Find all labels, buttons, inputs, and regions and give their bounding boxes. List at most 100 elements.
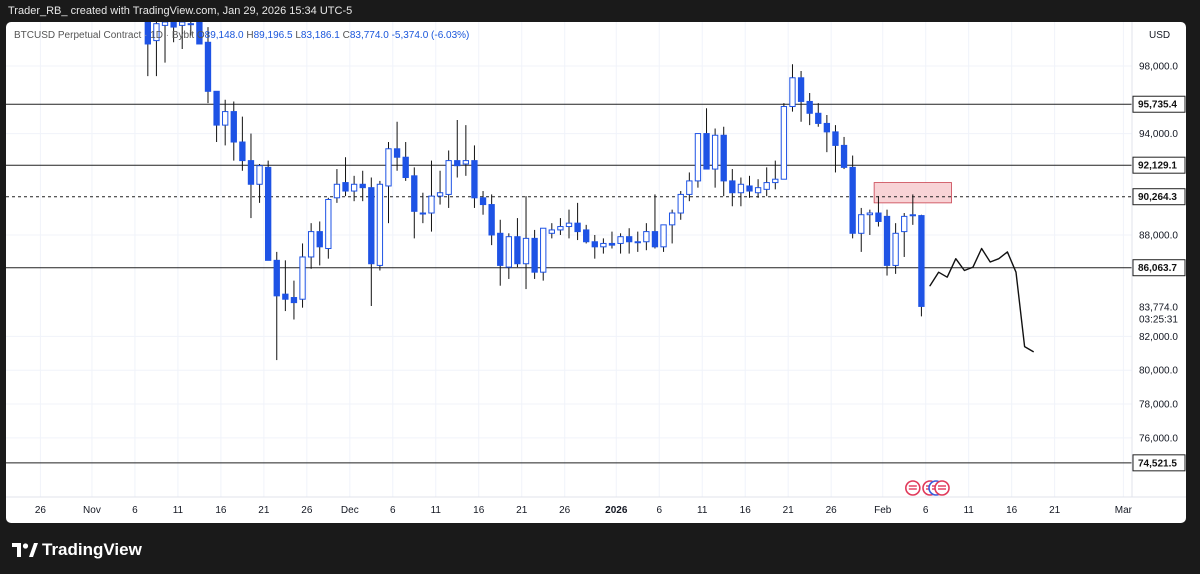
candle[interactable] <box>548 223 555 239</box>
candle-body <box>213 90 220 126</box>
candle[interactable] <box>325 197 332 259</box>
candle[interactable] <box>419 192 427 224</box>
candle[interactable] <box>789 64 796 112</box>
candle[interactable] <box>531 229 538 279</box>
candle[interactable] <box>668 209 676 244</box>
candle[interactable] <box>849 155 856 239</box>
candle[interactable] <box>497 219 504 286</box>
candle[interactable] <box>643 223 650 251</box>
candle[interactable] <box>264 160 272 261</box>
candle[interactable] <box>591 234 598 259</box>
candle[interactable] <box>608 231 616 249</box>
candle-body <box>626 236 633 243</box>
candle[interactable] <box>307 223 315 269</box>
candle[interactable] <box>256 163 263 203</box>
level-price-label: 95,735.4 <box>1138 100 1177 111</box>
candle[interactable] <box>230 101 237 161</box>
candle[interactable] <box>711 128 719 188</box>
candle[interactable] <box>840 136 848 170</box>
candle[interactable] <box>222 99 229 146</box>
candle[interactable] <box>393 121 401 171</box>
symbol-legend[interactable]: BTCUSD Perpetual Contract · 1D · Bybit O… <box>14 30 469 41</box>
candle[interactable] <box>411 167 418 239</box>
candle[interactable] <box>479 191 487 215</box>
price-chart[interactable]: USD 76,000.0 78,000.0 80,000.0 82,000.0 88,00… <box>6 22 1186 523</box>
candle[interactable] <box>316 221 323 266</box>
candle[interactable] <box>368 177 375 306</box>
symbol-interval[interactable]: 1D <box>150 30 163 41</box>
candle[interactable] <box>342 157 349 197</box>
event-marker-icon[interactable] <box>905 480 921 496</box>
candle-body <box>789 77 796 108</box>
candle-body <box>428 195 435 214</box>
candle[interactable] <box>720 126 727 197</box>
candle[interactable] <box>299 243 306 308</box>
candle[interactable] <box>213 90 220 143</box>
candle[interactable] <box>677 191 684 220</box>
candle[interactable] <box>428 160 435 232</box>
candle[interactable] <box>651 194 659 249</box>
candle[interactable] <box>385 142 392 224</box>
candle-body <box>359 183 366 189</box>
candle[interactable] <box>350 175 358 202</box>
candle[interactable] <box>239 116 246 171</box>
candle[interactable] <box>600 238 607 254</box>
candle[interactable] <box>780 103 788 180</box>
price-axis[interactable]: USD 76,000.0 78,000.0 80,000.0 82,000.0 88,00… <box>1131 22 1186 497</box>
candle[interactable] <box>815 103 822 127</box>
candle[interactable] <box>660 224 667 252</box>
candle[interactable] <box>918 214 925 317</box>
candle[interactable] <box>754 179 762 198</box>
candle[interactable] <box>436 170 444 205</box>
candle[interactable] <box>617 233 624 254</box>
event-marker-icon[interactable] <box>934 480 950 496</box>
candle-body <box>290 297 298 304</box>
candle-body <box>419 212 427 215</box>
candle-body <box>883 215 891 266</box>
candle[interactable] <box>522 196 530 290</box>
levels-layer <box>6 103 1132 464</box>
candle[interactable] <box>737 177 745 207</box>
candle[interactable] <box>514 218 521 268</box>
candle[interactable] <box>247 133 255 219</box>
candle[interactable] <box>488 194 495 246</box>
candle[interactable] <box>290 280 298 320</box>
close-value: 83,774.0 <box>349 30 389 41</box>
candle[interactable] <box>703 108 710 170</box>
brand[interactable]: TradingView <box>12 540 142 560</box>
candle[interactable] <box>583 224 590 244</box>
candle-body <box>711 134 719 170</box>
candle[interactable] <box>574 202 581 241</box>
open-value: 89,148.0 <box>204 30 244 41</box>
candle[interactable] <box>454 120 461 178</box>
candle[interactable] <box>540 227 547 281</box>
candle[interactable] <box>471 145 478 208</box>
candle[interactable] <box>694 133 702 188</box>
candle[interactable] <box>729 169 736 207</box>
candle[interactable] <box>892 223 899 274</box>
candle[interactable] <box>333 169 341 203</box>
time-tick-label: 6 <box>656 505 662 516</box>
chart-frame[interactable]: USD 76,000.0 78,000.0 80,000.0 82,000.0 88,00… <box>6 22 1186 523</box>
candle[interactable] <box>806 92 813 126</box>
candle[interactable] <box>626 228 633 254</box>
candle[interactable] <box>746 175 753 198</box>
candle[interactable] <box>858 207 865 252</box>
candle[interactable] <box>797 71 805 122</box>
level-price-label: 90,264.3 <box>1138 192 1177 203</box>
candle[interactable] <box>866 209 874 235</box>
candle[interactable] <box>763 167 770 197</box>
candle[interactable] <box>883 209 891 276</box>
candle[interactable] <box>565 209 573 239</box>
candle[interactable] <box>273 251 280 361</box>
time-axis[interactable]: 26 Nov 6 11 16 21 26 Dec 6 11 16 21 26 2026 6 11 16 21 26 F… <box>6 496 1186 516</box>
candle[interactable] <box>402 142 409 181</box>
candle[interactable] <box>161 22 169 63</box>
candle[interactable] <box>462 125 470 176</box>
candle[interactable] <box>557 218 564 235</box>
candle-body <box>909 214 916 217</box>
symbol-name[interactable]: BTCUSD Perpetual Contract <box>14 30 141 41</box>
candle[interactable] <box>505 233 512 279</box>
candle[interactable] <box>376 180 384 271</box>
candle[interactable] <box>445 150 452 208</box>
